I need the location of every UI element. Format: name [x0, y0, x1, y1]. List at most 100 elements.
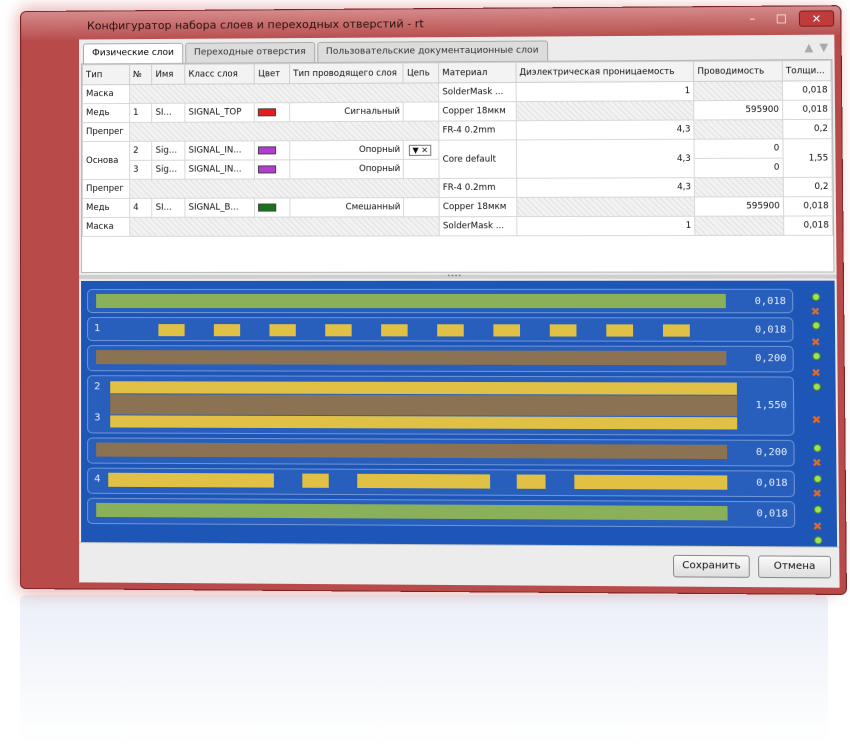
tab-vias[interactable]: Переходные отверстия [185, 42, 315, 63]
minimize-button[interactable]: – [741, 11, 764, 27]
cell-material[interactable]: Copper 18мкм [439, 102, 516, 121]
cell-layer-class[interactable]: SIGNAL_B... [185, 198, 255, 217]
add-layer-icon[interactable] [812, 293, 820, 301]
cell-conductor-type[interactable]: Опорный [290, 140, 404, 160]
cell-permittivity[interactable]: 1 [517, 216, 695, 236]
delete-layer-icon[interactable]: ✖ [811, 305, 821, 318]
cell-conductor-type[interactable]: Опорный [290, 159, 404, 178]
cell-color[interactable] [255, 141, 290, 160]
col-header-material[interactable]: Материал [439, 62, 516, 83]
cell-layer-class[interactable]: SIGNAL_IN... [185, 160, 255, 179]
col-header-thickness[interactable]: Толщи... [782, 60, 831, 81]
cell-conductivity[interactable]: 0 [694, 139, 783, 159]
cell-thickness[interactable]: 0,018 [782, 81, 831, 101]
cell-name[interactable]: Sig... [152, 141, 185, 160]
save-button[interactable]: Сохранить [673, 555, 750, 578]
col-header-name[interactable]: Имя [152, 64, 185, 84]
col-header-number[interactable]: № [130, 64, 153, 84]
cell-material[interactable]: Core default [439, 140, 516, 179]
cell-net[interactable] [404, 198, 439, 217]
cell-name[interactable]: SI... [152, 198, 185, 217]
maximize-button[interactable]: □ [770, 11, 793, 27]
layer-prepreg-bottom[interactable]: 0,200 [87, 437, 795, 466]
cell-permittivity[interactable]: 4,3 [516, 139, 694, 178]
cell-permittivity[interactable]: 4,3 [516, 120, 694, 140]
cell-permittivity[interactable]: 4,3 [516, 178, 694, 198]
cell-material[interactable]: FR-4 0.2mm [439, 121, 516, 140]
col-header-conductor-type[interactable]: Тип проводящего слоя [290, 63, 404, 84]
delete-layer-icon[interactable]: ✖ [812, 413, 822, 426]
cell-conductor-type[interactable]: Сигнальный [290, 102, 404, 122]
cell-net[interactable]: ▼ ✕ [404, 140, 439, 159]
add-layer-icon[interactable] [813, 475, 821, 483]
col-header-net[interactable]: Цепь [403, 63, 438, 83]
cell-color[interactable] [255, 160, 290, 179]
cell-thickness[interactable]: 1,55 [783, 139, 832, 178]
col-header-type[interactable]: Тип [83, 65, 130, 85]
move-up-icon[interactable]: ▲ [804, 41, 813, 54]
col-header-conductivity[interactable]: Проводимость [694, 61, 783, 82]
table-row[interactable]: Медь 4 SI... SIGNAL_B... Смешанный Coppe… [83, 197, 833, 218]
cell-net[interactable] [404, 102, 439, 121]
chevron-down-icon[interactable]: ▼ [412, 145, 418, 154]
cell-material[interactable]: Copper 18мкм [439, 197, 516, 216]
grid-diagram-splitter[interactable]: •••• [79, 275, 837, 279]
table-row[interactable]: Маска SolderMask ... 1 0,018 [83, 216, 833, 237]
cell-color[interactable] [255, 103, 290, 122]
col-header-color[interactable]: Цвет [255, 64, 290, 84]
add-layer-icon[interactable] [812, 352, 820, 360]
cell-layer-class[interactable]: SIGNAL_TOP [185, 103, 255, 122]
cell-material[interactable]: FR-4 0.2mm [439, 178, 516, 197]
layer-mask-top[interactable]: 0,018 [87, 289, 793, 313]
cell-thickness[interactable]: 0,018 [784, 216, 833, 235]
delete-layer-icon[interactable]: ✖ [811, 336, 821, 349]
color-swatch[interactable] [259, 203, 277, 211]
cell-layer-class[interactable]: SIGNAL_IN... [185, 141, 255, 160]
color-swatch[interactable] [258, 108, 276, 116]
delete-layer-icon[interactable]: ✖ [813, 520, 823, 533]
color-swatch[interactable] [258, 165, 276, 173]
cell-name[interactable]: SI... [152, 103, 185, 122]
delete-layer-icon[interactable]: ✖ [811, 366, 821, 379]
cell-conductivity[interactable]: 595900 [695, 197, 784, 216]
layer-prepreg-top[interactable]: 0,200 [87, 345, 794, 372]
cell-color[interactable] [255, 198, 290, 217]
col-header-permittivity[interactable]: Диэлектрическая проницаемость [516, 61, 694, 82]
cancel-button[interactable]: Отмена [758, 555, 831, 578]
layer-mask-bottom[interactable]: 0,018 [87, 498, 795, 528]
add-layer-icon[interactable] [814, 505, 822, 513]
cell-material[interactable]: SolderMask ... [439, 82, 516, 102]
close-button[interactable]: ✕ [799, 10, 834, 26]
tab-physical-layers[interactable]: Физические слои [83, 43, 183, 64]
add-layer-icon[interactable] [813, 444, 821, 452]
delete-layer-icon[interactable]: ✖ [812, 487, 822, 500]
net-dropdown[interactable]: ▼ ✕ [409, 144, 431, 155]
cell-thickness[interactable]: 0,2 [783, 177, 832, 196]
add-layer-icon[interactable] [813, 383, 821, 391]
cell-permittivity[interactable]: 1 [516, 82, 694, 102]
layer-table: Тип № Имя Класс слоя Цвет Тип проводящег… [82, 60, 833, 237]
layer-copper-4[interactable]: 4 0,018 [87, 468, 795, 498]
copper-pad [381, 324, 408, 336]
move-down-icon[interactable]: ▼ [819, 41, 828, 54]
col-header-layer-class[interactable]: Класс слоя [185, 64, 255, 84]
layer-copper-1[interactable]: 1 0,018 [87, 317, 793, 342]
add-layer-icon[interactable] [812, 321, 820, 329]
cell-thickness[interactable]: 0,2 [783, 119, 832, 138]
tab-user-doc-layers[interactable]: Пользовательские документационные слои [317, 40, 548, 61]
cell-net[interactable] [404, 159, 439, 178]
cell-material[interactable]: SolderMask ... [439, 217, 516, 236]
color-swatch[interactable] [258, 146, 276, 154]
cell-name[interactable]: Sig... [152, 160, 185, 179]
cell-conductivity[interactable]: 0 [694, 158, 783, 178]
cell-thickness[interactable]: 0,018 [783, 197, 832, 216]
table-row[interactable]: Препрег FR-4 0.2mm 4,3 0,2 [83, 177, 833, 198]
cell-conductor-type[interactable]: Смешанный [290, 198, 404, 217]
table-row[interactable]: Основа 2 Sig... SIGNAL_IN... Опорный ▼ ✕… [83, 139, 832, 161]
clear-icon[interactable]: ✕ [421, 145, 428, 154]
add-layer-icon[interactable] [814, 536, 822, 544]
cell-thickness[interactable]: 0,018 [783, 100, 832, 120]
layer-core[interactable]: 2 3 1,550 [87, 375, 794, 436]
cell-conductivity[interactable]: 595900 [694, 100, 783, 120]
delete-layer-icon[interactable]: ✖ [812, 456, 822, 469]
